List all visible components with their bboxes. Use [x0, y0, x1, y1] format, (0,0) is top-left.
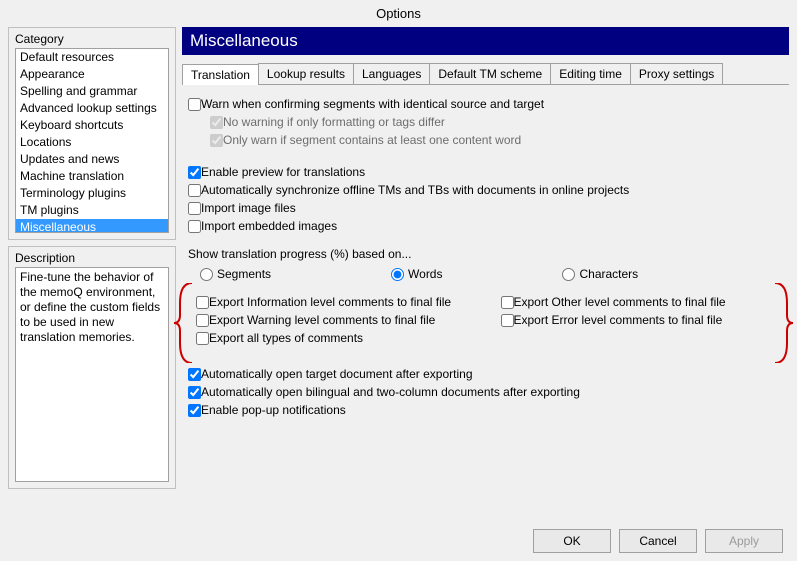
export-error-label: Export Error level comments to final fil…	[514, 313, 723, 327]
bracket-left-icon	[174, 283, 194, 363]
warn-identical-label: Warn when confirming segments with ident…	[201, 97, 544, 111]
auto-open-target-label: Automatically open target document after…	[201, 367, 473, 381]
export-warning-checkbox[interactable]	[196, 314, 209, 327]
auto-sync-label: Automatically synchronize offline TMs an…	[201, 183, 629, 197]
export-info-label: Export Information level comments to fin…	[209, 295, 451, 309]
progress-radio-group: Segments Words Characters	[200, 267, 783, 281]
radio-characters[interactable]	[562, 268, 575, 281]
import-image-checkbox[interactable]	[188, 202, 201, 215]
category-item[interactable]: TM plugins	[16, 202, 168, 219]
window-title: Options	[0, 0, 797, 27]
category-item[interactable]: Advanced lookup settings	[16, 100, 168, 117]
warn-sub2-checkbox	[210, 134, 223, 147]
category-group: Category Default resourcesAppearanceSpel…	[8, 27, 176, 240]
export-other-label: Export Other level comments to final fil…	[514, 295, 726, 309]
export-error-checkbox[interactable]	[501, 314, 514, 327]
category-item[interactable]: Keyboard shortcuts	[16, 117, 168, 134]
import-embedded-label: Import embedded images	[201, 219, 337, 233]
tab-proxy-settings[interactable]: Proxy settings	[630, 63, 723, 84]
tabstrip: TranslationLookup resultsLanguagesDefaul…	[182, 63, 789, 85]
enable-popup-checkbox[interactable]	[188, 404, 201, 417]
radio-segments-label: Segments	[217, 267, 271, 281]
enable-popup-label: Enable pop-up notifications	[201, 403, 346, 417]
export-other-checkbox[interactable]	[501, 296, 514, 309]
category-item[interactable]: Machine translation	[16, 168, 168, 185]
tab-default-tm-scheme[interactable]: Default TM scheme	[429, 63, 551, 84]
category-item[interactable]: Locations	[16, 134, 168, 151]
progress-label: Show translation progress (%) based on..…	[188, 247, 783, 261]
import-embedded-checkbox[interactable]	[188, 220, 201, 233]
cancel-button[interactable]: Cancel	[619, 529, 697, 553]
apply-button: Apply	[705, 529, 783, 553]
auto-open-bilingual-checkbox[interactable]	[188, 386, 201, 399]
auto-sync-checkbox[interactable]	[188, 184, 201, 197]
radio-segments[interactable]	[200, 268, 213, 281]
ok-button[interactable]: OK	[533, 529, 611, 553]
bracket-right-icon	[773, 283, 793, 363]
warn-identical-checkbox[interactable]	[188, 98, 201, 111]
tab-lookup-results[interactable]: Lookup results	[258, 63, 354, 84]
export-all-label: Export all types of comments	[209, 331, 363, 345]
description-group: Description Fine-tune the behavior of th…	[8, 246, 176, 489]
tab-translation[interactable]: Translation	[182, 64, 259, 85]
enable-preview-checkbox[interactable]	[188, 166, 201, 179]
radio-words-label: Words	[408, 267, 442, 281]
page-header: Miscellaneous	[182, 27, 789, 55]
category-label: Category	[15, 32, 169, 46]
export-info-checkbox[interactable]	[196, 296, 209, 309]
warn-sub1-label: No warning if only formatting or tags di…	[223, 115, 445, 129]
category-item[interactable]: Terminology plugins	[16, 185, 168, 202]
category-listbox[interactable]: Default resourcesAppearanceSpelling and …	[15, 48, 169, 233]
enable-preview-label: Enable preview for translations	[201, 165, 365, 179]
category-item[interactable]: Default resources	[16, 49, 168, 66]
import-image-label: Import image files	[201, 201, 296, 215]
tab-editing-time[interactable]: Editing time	[550, 63, 631, 84]
description-label: Description	[15, 251, 169, 265]
category-item[interactable]: Spelling and grammar	[16, 83, 168, 100]
radio-words[interactable]	[391, 268, 404, 281]
warn-sub2-label: Only warn if segment contains at least o…	[223, 133, 521, 147]
warn-sub1-checkbox	[210, 116, 223, 129]
category-item[interactable]: Updates and news	[16, 151, 168, 168]
description-text: Fine-tune the behavior of the memoQ envi…	[15, 267, 169, 482]
export-all-checkbox[interactable]	[196, 332, 209, 345]
category-item[interactable]: Appearance	[16, 66, 168, 83]
auto-open-bilingual-label: Automatically open bilingual and two-col…	[201, 385, 580, 399]
radio-characters-label: Characters	[579, 267, 638, 281]
auto-open-target-checkbox[interactable]	[188, 368, 201, 381]
category-item[interactable]: Miscellaneous	[16, 219, 168, 233]
tab-languages[interactable]: Languages	[353, 63, 430, 84]
export-warning-label: Export Warning level comments to final f…	[209, 313, 435, 327]
